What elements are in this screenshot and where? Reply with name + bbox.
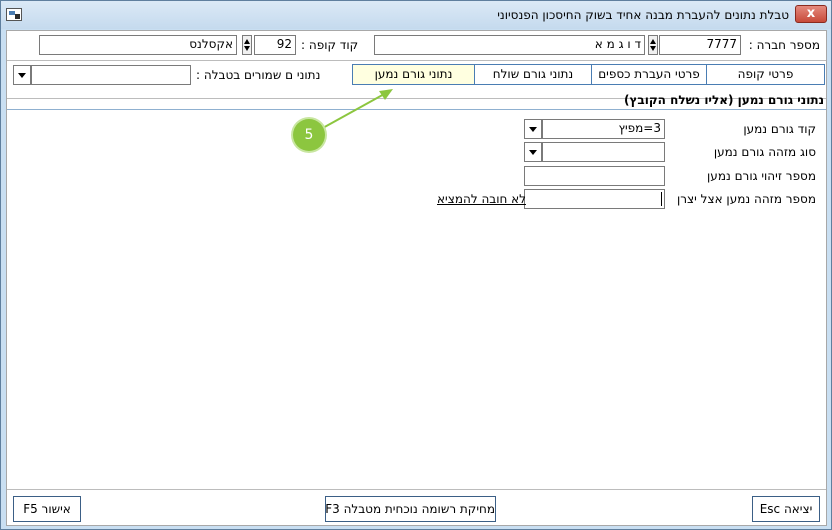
saved-data-select[interactable]	[31, 65, 191, 85]
section-underline	[7, 109, 826, 110]
kupa-code-field[interactable]: 92	[254, 35, 296, 55]
text-cursor	[661, 192, 662, 206]
chevron-down-icon[interactable]	[13, 65, 31, 85]
close-button[interactable]: x	[795, 5, 827, 23]
tab-recipient-data[interactable]: נתוני גורם נמען	[352, 64, 475, 85]
recipient-code-label: קוד גורם נמען	[743, 122, 816, 136]
not-required-link[interactable]: לא חובה להמציא	[437, 192, 526, 206]
chevron-down-icon[interactable]	[524, 119, 542, 139]
title-bar: טבלת נתונים להעברת מבנה אחיד בשוק החיסכו…	[1, 1, 831, 29]
spin-down-icon[interactable]	[650, 46, 656, 51]
recipient-id-type-select[interactable]	[542, 142, 665, 162]
section-title: נתוני גורם נמען (אליו נשלח הקובץ)	[623, 93, 824, 107]
approve-button[interactable]: אישור F5	[13, 496, 81, 522]
tab-sender-data[interactable]: נתוני גורם שולח	[474, 64, 592, 85]
tab-kupa-details[interactable]: פרטי קופה	[706, 64, 825, 85]
company-number-field[interactable]: 7777	[659, 35, 741, 55]
footer-divider	[7, 489, 826, 490]
window-title: טבלת נתונים להעברת מבנה אחיד בשוק החיסכו…	[497, 8, 789, 22]
company-name-field[interactable]: ד ו ג מ א	[374, 35, 645, 55]
recipient-manufacturer-id-label: מספר מזהה נמען אצל יצרן	[677, 192, 816, 206]
recipient-id-number-field[interactable]	[524, 166, 665, 186]
kupa-code-spinner[interactable]	[242, 35, 252, 55]
company-number-spinner[interactable]	[648, 35, 658, 55]
saved-data-label: נתוני ם שמורים בטבלה :	[196, 68, 321, 82]
kupa-name-field[interactable]: אקסלנס	[39, 35, 237, 55]
delete-record-button[interactable]: מחיקת רשומה נוכחית מטבלה F3	[325, 496, 496, 522]
recipient-id-number-label: מספר זיהוי גורם נמען	[707, 169, 816, 183]
header-divider	[7, 60, 826, 61]
form-client-area: מספר חברה : 7777 ד ו ג מ א קוד קופה : 92…	[6, 30, 827, 526]
spin-up-icon[interactable]	[650, 39, 656, 44]
chevron-down-icon[interactable]	[524, 142, 542, 162]
tab-money-transfer[interactable]: פרטי העברת כספים	[591, 64, 707, 85]
company-number-label: מספר חברה :	[748, 38, 820, 52]
recipient-manufacturer-id-field[interactable]	[524, 189, 665, 209]
recipient-code-select[interactable]: 3=מפיץ	[542, 119, 665, 139]
app-icon	[6, 8, 22, 21]
step-number-badge: 5	[293, 119, 325, 151]
main-window: טבלת נתונים להעברת מבנה אחיד בשוק החיסכו…	[0, 0, 832, 530]
recipient-id-type-label: סוג מזהה גורם נמען	[713, 145, 816, 159]
kupa-code-label: קוד קופה :	[301, 38, 359, 52]
spin-up-icon[interactable]	[244, 39, 250, 44]
spin-down-icon[interactable]	[244, 46, 250, 51]
exit-button[interactable]: יציאה Esc	[752, 496, 820, 522]
